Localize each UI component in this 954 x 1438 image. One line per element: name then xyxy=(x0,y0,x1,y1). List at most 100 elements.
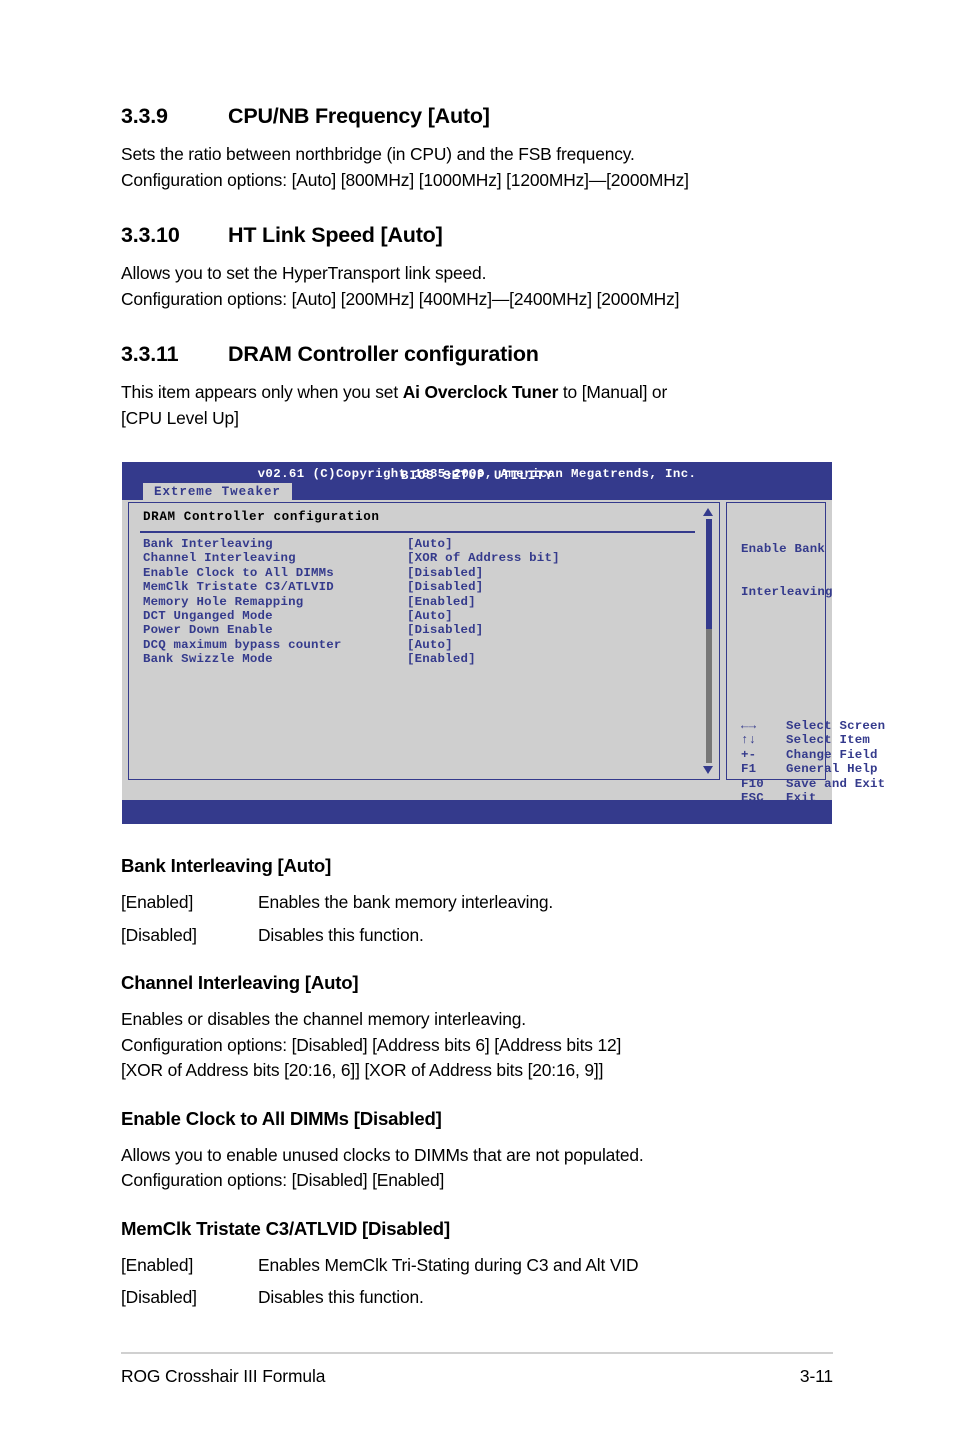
bios-setting-value: [Disabled] xyxy=(407,580,484,595)
legend-key-icon: F10 xyxy=(741,776,764,791)
definition-row: [Enabled] Enables the bank memory interl… xyxy=(121,890,861,916)
section-title: CPU/NB Frequency [Auto] xyxy=(228,104,490,128)
legend-description: Save and Exit xyxy=(786,776,886,791)
legend-key-icon: +- xyxy=(741,747,757,762)
legend-key-icon: F1 xyxy=(741,762,757,777)
bios-setting-value: [Auto] xyxy=(407,537,453,551)
section-heading-3-3-9: 3.3.9 CPU/NB Frequency [Auto] xyxy=(121,104,861,129)
footer-divider xyxy=(121,1352,833,1354)
definition-description: Enables MemClk Tri-Stating during C3 and… xyxy=(258,1254,639,1275)
enable-clock-line-2: Configuration options: [Disabled] [Enabl… xyxy=(121,1170,445,1190)
definition-description: Disables this function. xyxy=(258,1287,424,1307)
section-number: 3.3.9 xyxy=(121,104,168,128)
scroll-up-arrow-icon[interactable] xyxy=(703,508,713,516)
bios-setting-value: [Disabled] xyxy=(407,565,484,580)
bios-footer-bar xyxy=(122,800,832,824)
scrollbar-thumb[interactable] xyxy=(705,519,712,629)
bios-scrollbar[interactable] xyxy=(702,507,715,775)
subsection-heading-memclk-tristate: MemClk Tristate C3/ATLVID [Disabled] xyxy=(121,1217,450,1239)
scrollbar-track[interactable] xyxy=(705,519,712,763)
bios-setting-row[interactable]: Power Down Enable [Disabled] xyxy=(143,623,693,637)
section-title: DRAM Controller configuration xyxy=(228,342,539,366)
subsection-heading-enable-clock: Enable Clock to All DIMMs [Disabled] xyxy=(121,1107,442,1129)
intro-text-pre: This item appears only when you set xyxy=(121,382,403,402)
footer-product-name: ROG Crosshair III Formula xyxy=(121,1366,326,1386)
footer-page-number: 3-11 xyxy=(799,1366,833,1386)
legend-row-general-help: F1 General Help xyxy=(741,762,921,776)
section-3-3-9-line-1: Sets the ratio between northbridge (in C… xyxy=(121,144,635,164)
bios-setting-label: Memory Hole Remapping xyxy=(143,594,304,609)
definition-list-bank-interleaving: [Enabled] Enables the bank memory interl… xyxy=(121,890,861,948)
definition-list-memclk-tristate: [Enabled] Enables MemClk Tri-Stating dur… xyxy=(121,1253,861,1311)
bios-setting-row[interactable]: Bank Interleaving [Auto] xyxy=(143,537,693,551)
bios-help-line-2: Interleaving xyxy=(741,585,833,600)
document-body: 3.3.9 CPU/NB Frequency [Auto] Sets the r… xyxy=(121,104,861,431)
subsection-heading-bank-interleaving: Bank Interleaving [Auto] xyxy=(121,855,332,876)
bios-setting-row[interactable]: Memory Hole Remapping [Enabled] xyxy=(143,595,693,609)
section-3-3-11-intro-line-2: [CPU Level Up] xyxy=(121,407,239,428)
legend-key-icon: ←→ xyxy=(741,719,757,733)
legend-description: Select Item xyxy=(786,733,870,748)
bios-setting-label: Bank Interleaving xyxy=(143,537,273,551)
legend-row-save-and-exit: F10 Save and Exit xyxy=(741,777,921,791)
legend-description: Select Screen xyxy=(786,719,886,733)
legend-row-change-field: +- Change Field xyxy=(741,748,921,762)
bios-setting-label: Channel Interleaving xyxy=(143,551,296,566)
section-number: 3.3.10 xyxy=(121,223,180,247)
bios-setting-row[interactable]: MemClk Tristate C3/ATLVID [Disabled] xyxy=(143,580,693,594)
legend-description: Change Field xyxy=(786,747,878,762)
bios-help-line-1: Enable Bank xyxy=(741,541,825,556)
document-page: 3.3.9 CPU/NB Frequency [Auto] Sets the r… xyxy=(0,0,954,1438)
bios-setting-value: [Auto] xyxy=(407,637,453,652)
legend-description: General Help xyxy=(786,762,878,777)
section-3-3-10-line-1: Allows you to set the HyperTransport lin… xyxy=(121,263,487,283)
definition-term: [Enabled] xyxy=(121,892,194,912)
scroll-down-arrow-icon[interactable] xyxy=(703,766,713,774)
bios-setting-row[interactable]: DCT Unganged Mode [Auto] xyxy=(143,609,693,623)
bios-setting-row[interactable]: Bank Swizzle Mode [Enabled] xyxy=(143,652,693,666)
channel-interleaving-line-3: [XOR of Address bits [20:16, 6]] [XOR of… xyxy=(121,1060,604,1080)
definition-row: [Disabled] Disables this function. xyxy=(121,923,861,949)
bios-setting-row[interactable]: Channel Interleaving [XOR of Address bit… xyxy=(143,551,693,565)
bios-setting-label: Bank Swizzle Mode xyxy=(143,652,273,667)
definition-term: [Enabled] xyxy=(121,1254,194,1275)
bios-setting-value: [Enabled] xyxy=(407,594,476,609)
bios-panel-divider xyxy=(140,531,695,533)
bios-setup-screenshot: BIOS SETUP UTILITY Extreme Tweaker DRAM … xyxy=(122,462,885,824)
channel-interleaving-line-2: Configuration options: [Disabled] [Addre… xyxy=(121,1034,622,1055)
bios-help-panel: Enable Bank Interleaving ←→ Select Scree… xyxy=(726,502,885,805)
definition-term: [Disabled] xyxy=(121,924,197,945)
definition-row: [Disabled] Disables this function. xyxy=(121,1285,861,1311)
section-heading-3-3-11: 3.3.11 DRAM Controller configuration xyxy=(121,342,861,367)
bios-help-text: Enable Bank Interleaving xyxy=(741,513,921,628)
document-body-lower: Bank Interleaving [Auto] [Enabled] Enabl… xyxy=(121,855,861,1311)
bios-setting-value: [Disabled] xyxy=(407,623,484,638)
bios-setting-label: Power Down Enable xyxy=(143,623,273,638)
section-3-3-11-intro: This item appears only when you set Ai O… xyxy=(121,380,861,406)
section-number: 3.3.11 xyxy=(121,342,179,366)
enable-clock-line-1: Allows you to enable unused clocks to DI… xyxy=(121,1144,644,1165)
bios-settings-list: Bank Interleaving [Auto] Channel Interle… xyxy=(143,537,693,667)
intro-text-post: to [Manual] or xyxy=(558,382,668,402)
bios-copyright: v02.61 (C)Copyright 1985-2009, American … xyxy=(257,467,697,481)
section-3-3-9-line-2: Configuration options: [Auto] [800MHz] [… xyxy=(121,169,689,190)
section-3-3-10-line-2: Configuration options: [Auto] [200MHz] [… xyxy=(121,288,680,309)
bios-settings-panel: DRAM Controller configuration Bank Inter… xyxy=(128,502,720,780)
section-title: HT Link Speed [Auto] xyxy=(228,223,443,247)
definition-description: Disables this function. xyxy=(258,924,424,945)
bios-setting-label: DCT Unganged Mode xyxy=(143,608,273,623)
channel-interleaving-line-1: Enables or disables the channel memory i… xyxy=(121,1009,526,1029)
bios-setting-row[interactable]: DCQ maximum bypass counter [Auto] xyxy=(143,638,693,652)
bios-tab-extreme-tweaker[interactable]: Extreme Tweaker xyxy=(143,483,292,501)
legend-key-icon: ↑↓ xyxy=(741,733,757,748)
bios-key-legend: ←→ Select Screen ↑↓ Select Item +- Chang… xyxy=(741,719,921,805)
definition-description: Enables the bank memory interleaving. xyxy=(258,892,554,912)
bios-setting-label: MemClk Tristate C3/ATLVID xyxy=(143,580,334,595)
bios-setting-row[interactable]: Enable Clock to All DIMMs [Disabled] xyxy=(143,566,693,580)
bios-setting-label: DCQ maximum bypass counter xyxy=(143,637,342,652)
bios-panel-title: DRAM Controller configuration xyxy=(143,510,380,524)
legend-row-select-item: ↑↓ Select Item xyxy=(741,733,921,747)
definition-term: [Disabled] xyxy=(121,1287,197,1307)
section-heading-3-3-10: 3.3.10 HT Link Speed [Auto] xyxy=(121,223,861,248)
bios-setting-value: [XOR of Address bit] xyxy=(407,551,560,566)
